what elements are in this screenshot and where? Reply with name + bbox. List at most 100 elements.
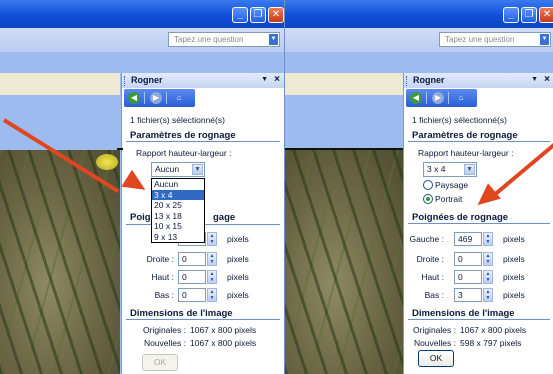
portrait-radio[interactable]: Portrait xyxy=(423,194,462,204)
menu-bar: Tapez une question ▼ xyxy=(0,28,284,52)
grip-icon[interactable] xyxy=(124,76,127,86)
pane-title: Rogner xyxy=(413,75,445,85)
pane-close-icon[interactable]: × xyxy=(274,74,280,85)
left-handle-spinner[interactable]: ▲ ▼ xyxy=(483,232,493,246)
restore-button[interactable]: ❐ xyxy=(521,7,537,23)
question-placeholder: Tapez une question xyxy=(445,35,515,44)
bottom-handle-input[interactable]: 0 xyxy=(178,288,206,302)
right-handle-unit: pixels xyxy=(227,254,249,264)
forward-icon[interactable]: ▶ xyxy=(432,92,444,104)
option-aucun[interactable]: Aucun xyxy=(152,179,204,190)
originals-label: Originales : xyxy=(143,325,186,335)
left-handle-spinner[interactable]: ▲ ▼ xyxy=(207,232,217,246)
top-handle-spinner[interactable]: ▲ ▼ xyxy=(483,270,493,284)
chevron-down-icon[interactable]: ▼ xyxy=(540,34,549,45)
chevron-down-icon[interactable]: ▼ xyxy=(464,164,475,175)
right-screenshot: _ ❐ ✕ Tapez une question ▼ Rogner ▼ × ◀ … xyxy=(284,0,553,374)
grip-icon[interactable] xyxy=(406,76,409,86)
bottom-handle-label: Bas : xyxy=(424,290,444,300)
option-20x25[interactable]: 20 x 25 xyxy=(152,200,204,211)
pane-menu-icon[interactable]: ▼ xyxy=(531,76,538,83)
top-handle-input[interactable]: 0 xyxy=(178,270,206,284)
home-icon[interactable]: ⌂ xyxy=(173,92,185,104)
crop-task-pane: Rogner ▼ × ◀ ▶ ⌂ 1 fichier(s) sélectionn… xyxy=(121,73,284,374)
originals-label: Originales : xyxy=(413,325,456,335)
crop-task-pane: Rogner ▼ × ◀ ▶ ⌂ 1 fichier(s) sélectionn… xyxy=(403,73,553,374)
aspect-ratio-value: Aucun xyxy=(155,164,180,174)
crop-frame xyxy=(285,148,405,374)
minimize-button[interactable]: _ xyxy=(232,7,248,23)
aspect-ratio-label: Rapport hauteur-largeur : xyxy=(418,148,514,158)
right-handle-label: Droite : xyxy=(146,254,174,264)
pane-title: Rogner xyxy=(131,75,163,85)
top-handle-unit: pixels xyxy=(227,272,249,282)
pane-nav-bar: ◀ ▶ ⌂ xyxy=(406,89,477,107)
home-icon[interactable]: ⌂ xyxy=(455,92,467,104)
bottom-handle-input[interactable]: 3 xyxy=(454,288,482,302)
menu-bar: Tapez une question ▼ xyxy=(285,28,553,52)
title-bar: _ ❐ ✕ xyxy=(0,0,284,28)
new-value: 598 x 797 pixels xyxy=(460,338,522,348)
chevron-down-icon[interactable]: ▼ xyxy=(269,34,278,45)
ok-button[interactable]: OK xyxy=(142,354,178,371)
dimensions-header: Dimensions de l'image xyxy=(126,308,280,320)
aspect-ratio-label: Rapport hauteur-largeur : xyxy=(136,148,232,158)
originals-value: 1067 x 800 pixels xyxy=(460,325,527,335)
left-handle-unit: pixels xyxy=(227,234,249,244)
aspect-ratio-dropdown: Aucun 3 x 4 20 x 25 13 x 18 10 x 15 9 x … xyxy=(151,178,205,243)
top-handle-label: Haut : xyxy=(421,272,444,282)
right-handle-input[interactable]: 0 xyxy=(178,252,206,266)
radio-unchecked-icon xyxy=(423,180,433,190)
top-handle-input[interactable]: 0 xyxy=(454,270,482,284)
pane-header: Rogner ▼ × xyxy=(404,73,553,88)
landscape-radio[interactable]: Paysage xyxy=(423,180,468,190)
right-handle-spinner[interactable]: ▲ ▼ xyxy=(483,252,493,266)
new-label: Nouvelles : xyxy=(413,338,456,348)
pane-nav-bar: ◀ ▶ ⌂ xyxy=(124,89,195,107)
close-button[interactable]: ✕ xyxy=(539,7,553,23)
landscape-label: Paysage xyxy=(435,180,469,190)
back-icon[interactable]: ◀ xyxy=(128,92,140,104)
right-handle-spinner[interactable]: ▲ ▼ xyxy=(207,252,217,266)
close-button[interactable]: ✕ xyxy=(268,7,284,23)
option-10x15[interactable]: 10 x 15 xyxy=(152,221,204,232)
option-13x18[interactable]: 13 x 18 xyxy=(152,211,204,222)
left-handle-unit: pixels xyxy=(503,234,525,244)
question-box[interactable]: Tapez une question ▼ xyxy=(439,32,551,47)
handles-header-end: gage xyxy=(213,212,236,223)
flower-image xyxy=(96,154,118,170)
aspect-ratio-value: 3 x 4 xyxy=(427,164,446,174)
crop-settings-header: Paramètres de rognage xyxy=(126,130,280,142)
forward-icon[interactable]: ▶ xyxy=(150,92,162,104)
aspect-ratio-select[interactable]: Aucun ▼ xyxy=(151,162,205,177)
pane-menu-icon[interactable]: ▼ xyxy=(261,76,268,83)
crop-settings-header: Paramètres de rognage xyxy=(408,130,550,142)
crop-frame-left xyxy=(117,148,123,374)
files-selected: 1 fichier(s) sélectionné(s) xyxy=(130,115,225,125)
new-label: Nouvelles : xyxy=(143,338,186,348)
originals-value: 1067 x 800 pixels xyxy=(190,325,257,335)
minimize-button[interactable]: _ xyxy=(503,7,519,23)
document-strip xyxy=(0,73,120,95)
bottom-handle-unit: pixels xyxy=(227,290,249,300)
left-handle-input[interactable]: 469 xyxy=(454,232,482,246)
handles-header-start: Poign xyxy=(130,212,157,223)
question-box[interactable]: Tapez une question ▼ xyxy=(168,32,280,47)
back-icon[interactable]: ◀ xyxy=(410,92,422,104)
ok-button[interactable]: OK xyxy=(418,350,454,367)
left-screenshot: _ ❐ ✕ Tapez une question ▼ Rogner ▼ × ◀ … xyxy=(0,0,284,374)
pane-close-icon[interactable]: × xyxy=(544,74,550,85)
bottom-handle-spinner[interactable]: ▲ ▼ xyxy=(207,288,217,302)
handles-header: Poignées de rognage xyxy=(408,212,550,224)
pane-header: Rogner ▼ × xyxy=(122,73,284,88)
option-9x13[interactable]: 9 x 13 xyxy=(152,232,204,243)
restore-button[interactable]: ❐ xyxy=(250,7,266,23)
chevron-down-icon[interactable]: ▼ xyxy=(192,164,203,175)
top-handle-spinner[interactable]: ▲ ▼ xyxy=(207,270,217,284)
bottom-handle-spinner[interactable]: ▲ ▼ xyxy=(483,288,493,302)
question-placeholder: Tapez une question xyxy=(174,35,244,44)
option-3x4[interactable]: 3 x 4 xyxy=(152,189,204,200)
aspect-ratio-select[interactable]: 3 x 4 ▼ xyxy=(423,162,477,177)
new-value: 1067 x 800 pixels xyxy=(190,338,257,348)
right-handle-input[interactable]: 0 xyxy=(454,252,482,266)
